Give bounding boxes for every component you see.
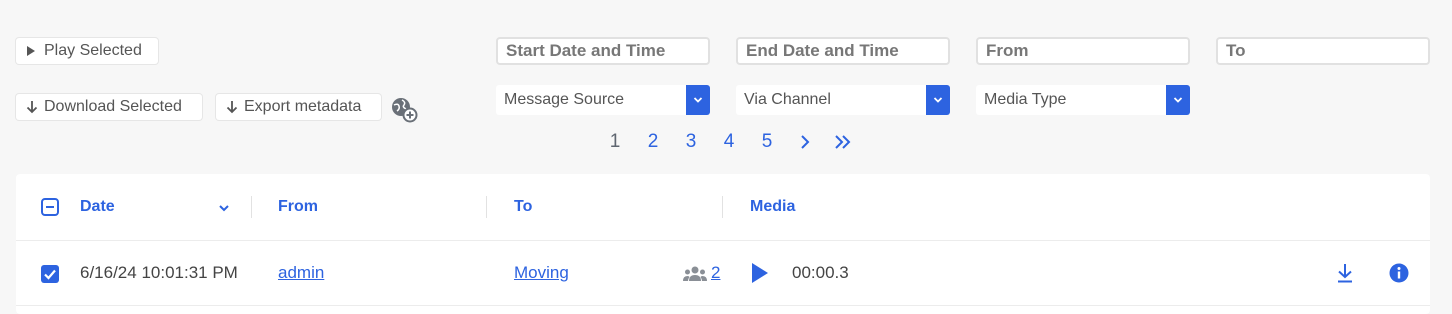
chevron-down-icon bbox=[926, 85, 950, 115]
export-metadata-button[interactable]: Export metadata bbox=[216, 94, 381, 120]
chevron-right-icon[interactable] bbox=[786, 134, 824, 150]
play-selected-button[interactable]: Play Selected bbox=[16, 38, 158, 64]
end-date-input[interactable] bbox=[736, 37, 950, 65]
play-selected-label: Play Selected bbox=[44, 42, 142, 59]
row-group-count-link[interactable]: 2 bbox=[711, 263, 720, 283]
page-1[interactable]: 1 bbox=[596, 131, 634, 153]
play-icon bbox=[26, 44, 38, 58]
column-header-date[interactable]: Date bbox=[80, 198, 115, 216]
row-duration: 00:00.3 bbox=[792, 263, 849, 282]
download-arrow-icon[interactable] bbox=[1336, 263, 1354, 288]
double-chevron-right-icon[interactable] bbox=[824, 134, 862, 150]
message-source-value: Message Source bbox=[504, 91, 625, 108]
chevron-down-icon[interactable] bbox=[218, 200, 230, 218]
download-selected-button[interactable]: Download Selected bbox=[16, 94, 202, 120]
message-source-select[interactable]: Message Source bbox=[496, 85, 710, 115]
export-metadata-label: Export metadata bbox=[244, 98, 362, 115]
column-header-media[interactable]: Media bbox=[750, 198, 795, 216]
column-header-to[interactable]: To bbox=[514, 198, 532, 216]
download-arrow-icon bbox=[26, 100, 38, 114]
download-selected-label: Download Selected bbox=[44, 98, 182, 115]
page-4[interactable]: 4 bbox=[710, 131, 748, 153]
globe-add-icon[interactable] bbox=[390, 96, 418, 124]
row-to-link[interactable]: Moving bbox=[514, 263, 569, 283]
row-date: 6/16/24 10:01:31 PM bbox=[80, 263, 238, 282]
group-icon bbox=[683, 265, 707, 288]
via-channel-select[interactable]: Via Channel bbox=[736, 85, 950, 115]
checkbox-indeterminate-icon[interactable] bbox=[41, 198, 59, 216]
info-icon[interactable] bbox=[1389, 263, 1409, 288]
media-type-value: Media Type bbox=[984, 91, 1067, 108]
to-input[interactable] bbox=[1216, 37, 1430, 65]
via-channel-value: Via Channel bbox=[744, 91, 831, 108]
chevron-down-icon bbox=[1166, 85, 1190, 115]
table-header: Date From To Media bbox=[16, 174, 1430, 241]
messages-table: Date From To Media 6/16/24 10:01:31 PM a… bbox=[16, 174, 1430, 314]
checkbox-checked-icon[interactable] bbox=[41, 265, 59, 283]
column-header-from[interactable]: From bbox=[278, 198, 318, 216]
from-input[interactable] bbox=[976, 37, 1190, 65]
pagination: 1 2 3 4 5 bbox=[596, 130, 862, 154]
chevron-down-icon bbox=[686, 85, 710, 115]
start-date-input[interactable] bbox=[496, 37, 710, 65]
column-divider bbox=[251, 196, 252, 218]
download-arrow-icon bbox=[226, 100, 238, 114]
table-row[interactable]: 6/16/24 10:01:31 PM admin Moving 2 00:00… bbox=[16, 241, 1430, 306]
play-icon[interactable] bbox=[751, 262, 769, 289]
column-divider bbox=[722, 196, 723, 218]
page-5[interactable]: 5 bbox=[748, 131, 786, 153]
row-from-link[interactable]: admin bbox=[278, 263, 324, 283]
page-2[interactable]: 2 bbox=[634, 131, 672, 153]
page-3[interactable]: 3 bbox=[672, 131, 710, 153]
column-divider bbox=[486, 196, 487, 218]
media-type-select[interactable]: Media Type bbox=[976, 85, 1190, 115]
